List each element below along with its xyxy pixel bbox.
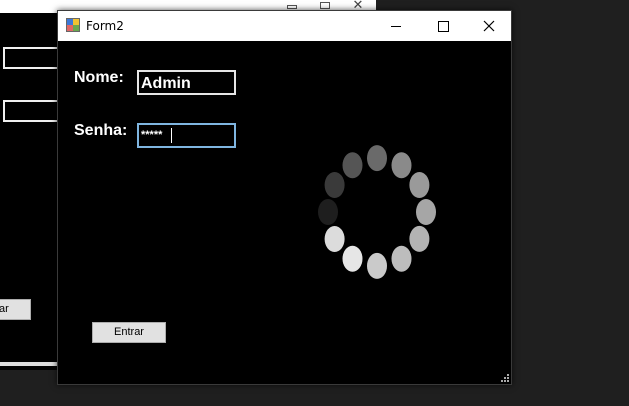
spinner-dot (391, 245, 412, 272)
nome-input-value: Admin (141, 75, 191, 92)
minimize-button[interactable] (373, 11, 419, 41)
form2-window: Form2 Nome: Admin Senha: ***** Entrar (57, 10, 512, 385)
nome-label: Nome: (74, 69, 124, 86)
spinner-dot (324, 172, 345, 198)
spinner-dot (318, 199, 338, 225)
spinner-dot (367, 145, 387, 172)
bg-input-2[interactable] (3, 100, 63, 122)
window-title: Form2 (86, 19, 124, 33)
close-button[interactable] (466, 11, 512, 41)
spinner-dot (409, 225, 430, 252)
spinner-dot (367, 252, 387, 279)
maximize-button[interactable] (420, 11, 466, 41)
spinner-dot (342, 152, 363, 179)
spinner-dot (391, 152, 412, 179)
title-bar[interactable]: Form2 (58, 11, 511, 41)
loading-spinner (318, 145, 436, 279)
minimize-icon (391, 25, 401, 27)
spinner-dot (324, 226, 345, 252)
senha-input[interactable]: ***** (137, 123, 236, 148)
minimize-icon (287, 5, 297, 9)
nome-input[interactable]: Admin (137, 70, 236, 95)
text-caret (171, 128, 172, 143)
entrar-button[interactable]: Entrar (92, 322, 166, 343)
senha-label: Senha: (74, 122, 128, 139)
senha-input-value: ***** (141, 129, 163, 141)
bg-button[interactable]: ar (0, 299, 31, 320)
spinner-dot (409, 172, 430, 198)
close-icon (483, 20, 495, 32)
bg-input-1[interactable] (3, 47, 63, 69)
maximize-icon (437, 20, 449, 32)
app-icon (66, 18, 80, 32)
spinner-dot (342, 245, 363, 272)
resize-grip-icon[interactable] (501, 374, 509, 382)
spinner-dot (416, 199, 436, 225)
restore-icon (320, 2, 330, 9)
